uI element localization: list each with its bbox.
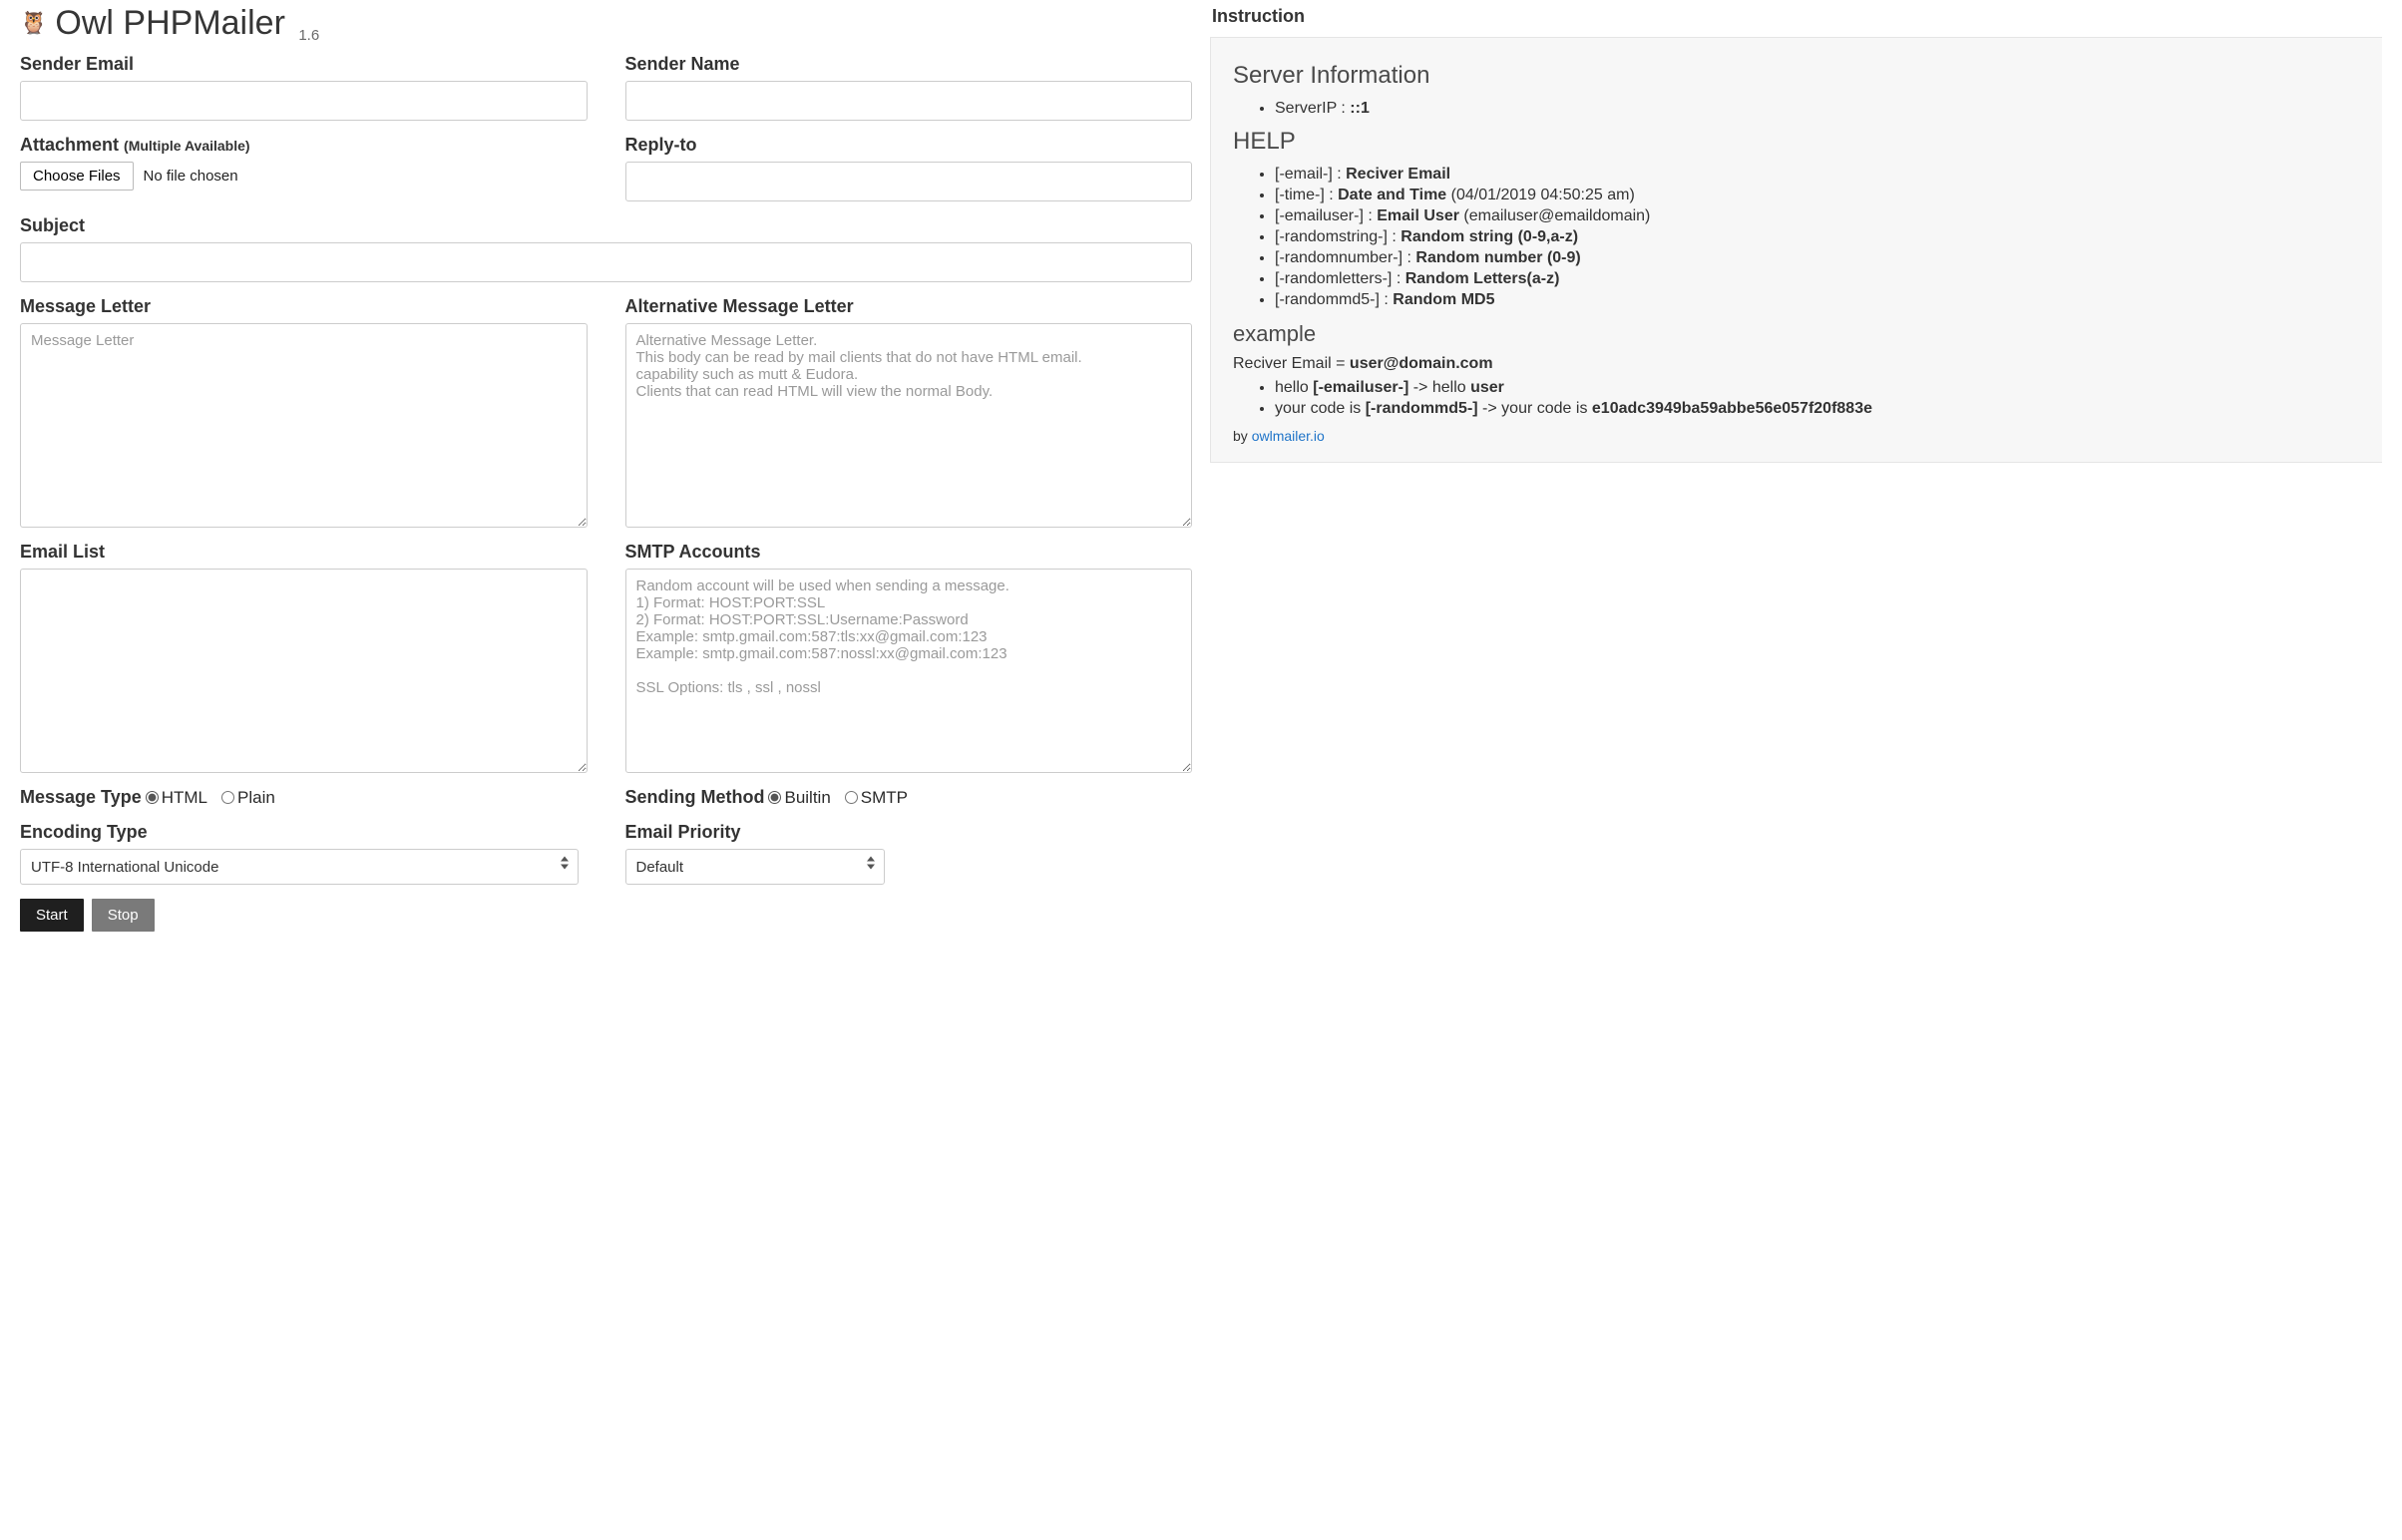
email-list-label: Email List bbox=[20, 542, 588, 563]
message-type-plain-radio[interactable] bbox=[221, 791, 234, 804]
sending-method-smtp-radio[interactable] bbox=[845, 791, 858, 804]
help-item: [-email-] : Reciver Email bbox=[1275, 166, 2366, 184]
smtp-accounts-label: SMTP Accounts bbox=[625, 542, 1193, 563]
encoding-type-select[interactable]: UTF-8 International Unicode bbox=[20, 849, 579, 885]
message-letter-textarea[interactable] bbox=[20, 323, 588, 528]
email-priority-label: Email Priority bbox=[625, 822, 1193, 843]
receiver-example-line: Reciver Email = user@domain.com bbox=[1233, 355, 2366, 373]
example-heading: example bbox=[1233, 321, 2366, 347]
sender-email-label: Sender Email bbox=[20, 54, 588, 75]
email-list-textarea[interactable] bbox=[20, 569, 588, 773]
example-item: hello [-emailuser-] -> hello user bbox=[1275, 379, 2366, 397]
message-type-html-label: HTML bbox=[162, 788, 207, 808]
sending-method-builtin-label: Builtin bbox=[784, 788, 830, 808]
message-letter-label: Message Letter bbox=[20, 296, 588, 317]
server-info-heading: Server Information bbox=[1233, 62, 2366, 90]
stop-button[interactable]: Stop bbox=[92, 899, 155, 932]
credit-link[interactable]: owlmailer.io bbox=[1252, 428, 1325, 444]
reply-to-input[interactable] bbox=[625, 162, 1193, 201]
message-type-group: Message Type HTML Plain bbox=[20, 787, 588, 808]
help-item: [-randomstring-] : Random string (0-9,a-… bbox=[1275, 228, 2366, 246]
sender-email-input[interactable] bbox=[20, 81, 588, 121]
alt-message-letter-label: Alternative Message Letter bbox=[625, 296, 1193, 317]
subject-input[interactable] bbox=[20, 242, 1192, 282]
sender-name-label: Sender Name bbox=[625, 54, 1193, 75]
email-priority-select[interactable]: Default bbox=[625, 849, 885, 885]
sending-method-builtin-radio[interactable] bbox=[768, 791, 781, 804]
alt-message-letter-textarea[interactable] bbox=[625, 323, 1193, 528]
server-ip-line: ServerIP : ::1 bbox=[1275, 100, 2366, 118]
example-item: your code is [-randommd5-] -> your code … bbox=[1275, 400, 2366, 418]
file-status-text: No file chosen bbox=[144, 168, 238, 185]
credit-line: by owlmailer.io bbox=[1233, 428, 2366, 444]
subject-label: Subject bbox=[20, 215, 1192, 236]
message-type-plain-label: Plain bbox=[237, 788, 275, 808]
instruction-panel: Server Information ServerIP : ::1 HELP [… bbox=[1210, 37, 2382, 463]
sending-method-group: Sending Method Builtin SMTP bbox=[625, 787, 1193, 808]
help-item: [-emailuser-] : Email User (emailuser@em… bbox=[1275, 207, 2366, 225]
help-item: [-randommd5-] : Random MD5 bbox=[1275, 291, 2366, 309]
app-title: 🦉 Owl PHPMailer 1.6 bbox=[20, 6, 1192, 40]
smtp-accounts-textarea[interactable] bbox=[625, 569, 1193, 773]
sending-method-smtp-label: SMTP bbox=[861, 788, 908, 808]
help-item: [-time-] : Date and Time (04/01/2019 04:… bbox=[1275, 187, 2366, 204]
owl-icon: 🦉 bbox=[20, 10, 47, 36]
encoding-type-label: Encoding Type bbox=[20, 822, 588, 843]
attachment-label: Attachment (Multiple Available) bbox=[20, 135, 588, 156]
reply-to-label: Reply-to bbox=[625, 135, 1193, 156]
choose-files-button[interactable]: Choose Files bbox=[20, 162, 134, 191]
message-type-html-radio[interactable] bbox=[146, 791, 159, 804]
version-text: 1.6 bbox=[298, 27, 319, 44]
start-button[interactable]: Start bbox=[20, 899, 84, 932]
help-heading: HELP bbox=[1233, 128, 2366, 156]
sender-name-input[interactable] bbox=[625, 81, 1193, 121]
title-text: Owl PHPMailer bbox=[55, 4, 284, 42]
instruction-heading: Instruction bbox=[1212, 6, 2382, 27]
help-item: [-randomnumber-] : Random number (0-9) bbox=[1275, 249, 2366, 267]
help-item: [-randomletters-] : Random Letters(a-z) bbox=[1275, 270, 2366, 288]
